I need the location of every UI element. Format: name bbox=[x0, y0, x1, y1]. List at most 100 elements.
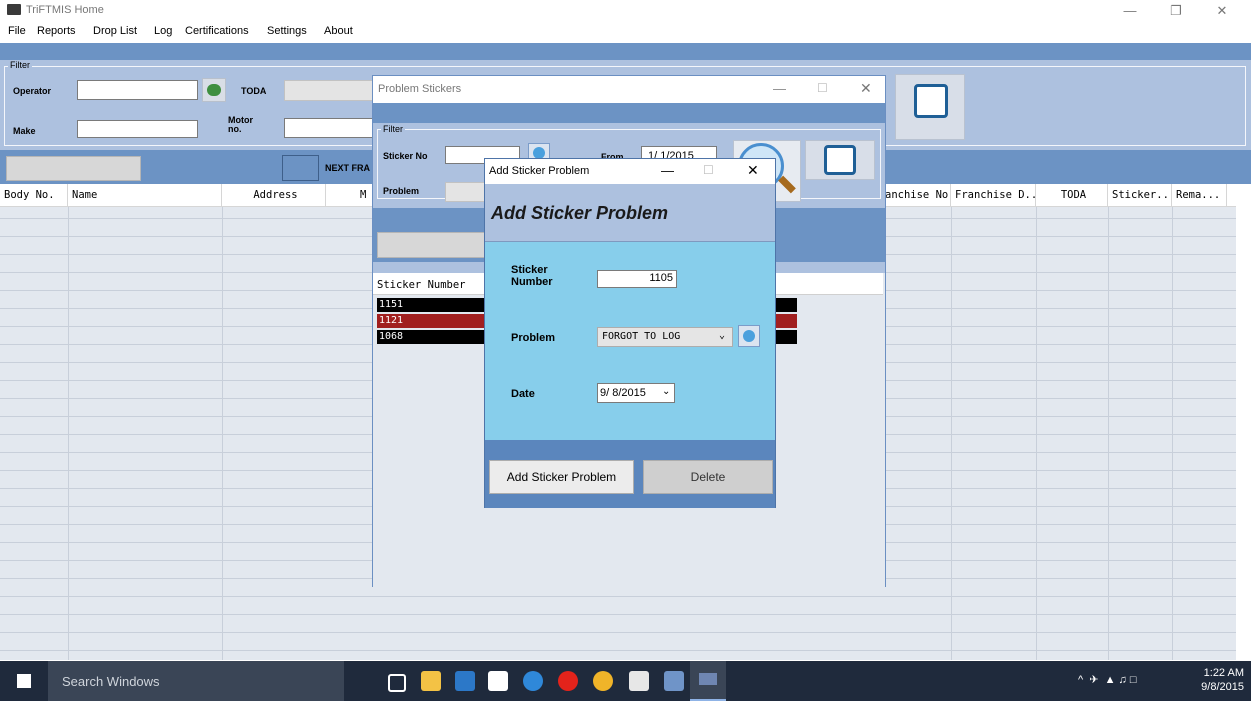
col-name[interactable]: Name bbox=[68, 184, 222, 207]
main-titlebar: TriFTMIS Home — ❐ ✕ bbox=[0, 0, 1251, 21]
menu-file[interactable]: File bbox=[8, 25, 26, 37]
close-icon[interactable]: ✕ bbox=[747, 162, 759, 179]
col-address[interactable]: Address bbox=[222, 184, 326, 207]
add-problem-type-button[interactable] bbox=[738, 325, 760, 347]
app-icon bbox=[699, 673, 717, 685]
sticker-number-header[interactable]: Sticker Number bbox=[377, 279, 466, 291]
action-button-left[interactable] bbox=[6, 156, 141, 181]
grid-col-divider bbox=[68, 184, 69, 660]
add-sticker-problem-button[interactable]: Add Sticker Problem bbox=[489, 460, 634, 494]
motor-label-line2: no. bbox=[228, 124, 242, 134]
dialog-title: Add Sticker Problem bbox=[489, 165, 590, 177]
next-franchise-label: NEXT FRA bbox=[325, 163, 370, 173]
maximize-icon: ☐ bbox=[817, 81, 828, 95]
minimize-icon[interactable]: — bbox=[773, 81, 786, 96]
taskbar: Search Windows ^ ✈ ▲ ♫ □ 1:22 AM 9/8/201… bbox=[0, 661, 1251, 701]
chevron-down-icon: ⌄ bbox=[719, 330, 726, 341]
operator-input[interactable] bbox=[77, 80, 198, 100]
motor-input[interactable] bbox=[284, 118, 374, 138]
col-body-no[interactable]: Body No. bbox=[0, 184, 68, 207]
date-label: Date bbox=[511, 388, 535, 400]
start-button[interactable] bbox=[0, 661, 48, 701]
header-strip bbox=[0, 43, 1251, 60]
file-explorer-icon[interactable] bbox=[421, 671, 441, 691]
sticker-number-label: Sticker Number bbox=[511, 264, 553, 288]
col-sticker[interactable]: Sticker... bbox=[1108, 184, 1172, 207]
tray-icons[interactable]: ^ ✈ ▲ ♫ □ bbox=[1078, 673, 1137, 686]
people-icon bbox=[207, 84, 221, 96]
sticker-number-label-line1: Sticker bbox=[511, 264, 548, 276]
opera-icon[interactable] bbox=[558, 671, 578, 691]
problem-filter-problem-label: Problem bbox=[383, 186, 420, 196]
problem-window-strip bbox=[373, 103, 885, 123]
motor-label: Motor no. bbox=[228, 116, 253, 134]
toda-label: TODA bbox=[241, 86, 267, 96]
task-view-icon[interactable] bbox=[388, 674, 406, 692]
print-button[interactable] bbox=[895, 74, 965, 140]
dialog-form: Sticker Number 1105 Problem FORGOT TO LOG… bbox=[485, 242, 775, 440]
grid-col-divider bbox=[1036, 184, 1037, 660]
store-icon[interactable] bbox=[488, 671, 508, 691]
menu-log[interactable]: Log bbox=[154, 25, 172, 37]
checklist-app-icon[interactable] bbox=[629, 671, 649, 691]
menu-drop-list[interactable]: Drop List bbox=[93, 25, 137, 37]
toda-select[interactable] bbox=[284, 80, 374, 101]
col-m[interactable]: M bbox=[326, 184, 376, 207]
search-box[interactable]: Search Windows bbox=[48, 661, 344, 701]
sticker-number-input[interactable]: 1105 bbox=[597, 270, 677, 288]
magnifier-handle-icon bbox=[778, 175, 796, 194]
date-value: 9/ 8/2015 bbox=[600, 387, 646, 399]
triftmis-taskbar-item[interactable] bbox=[690, 661, 726, 701]
word-icon[interactable] bbox=[664, 671, 684, 691]
printer-icon bbox=[914, 84, 948, 118]
media-player-icon[interactable] bbox=[455, 671, 475, 691]
menu-about[interactable]: About bbox=[324, 25, 353, 37]
clock-date: 9/8/2015 bbox=[1201, 681, 1244, 693]
menu-certifications[interactable]: Certifications bbox=[185, 25, 249, 37]
app-icon bbox=[7, 4, 21, 15]
delete-button[interactable]: Delete bbox=[643, 460, 773, 494]
chrome-icon[interactable] bbox=[593, 671, 613, 691]
operator-search-button[interactable] bbox=[202, 78, 226, 102]
windows-logo-icon bbox=[17, 674, 31, 688]
grid-col-divider bbox=[1172, 184, 1173, 660]
make-input[interactable] bbox=[77, 120, 198, 138]
problem-action-button[interactable] bbox=[377, 232, 487, 258]
problem-select[interactable]: FORGOT TO LOG ⌄ bbox=[597, 327, 733, 347]
minimize-icon[interactable]: — bbox=[661, 163, 674, 178]
restore-icon[interactable]: ❐ bbox=[1153, 0, 1199, 21]
sticker-number-label-line2: Number bbox=[511, 276, 553, 288]
app-title: TriFTMIS Home bbox=[26, 4, 104, 16]
next-box bbox=[282, 155, 319, 181]
grid-col-divider bbox=[222, 184, 223, 660]
dialog-heading: Add Sticker Problem bbox=[491, 203, 669, 223]
close-icon[interactable]: ✕ bbox=[860, 80, 872, 97]
col-franchise-date[interactable]: Franchise D... bbox=[951, 184, 1036, 207]
col-toda[interactable]: TODA bbox=[1036, 184, 1108, 207]
problem-print-button[interactable] bbox=[805, 140, 875, 180]
problem-filter-select[interactable] bbox=[445, 182, 485, 202]
grid-col-divider bbox=[1108, 184, 1109, 660]
clock[interactable]: 1:22 AM 9/8/2015 bbox=[1188, 666, 1244, 694]
make-label: Make bbox=[13, 126, 36, 136]
menu-reports[interactable]: Reports bbox=[37, 25, 76, 37]
close-icon[interactable]: ✕ bbox=[1199, 0, 1245, 21]
col-franchise-no[interactable]: anchise No. bbox=[883, 184, 951, 207]
problem-filter-label: Filter bbox=[381, 124, 405, 134]
problem-select-value: FORGOT TO LOG bbox=[602, 331, 681, 342]
filter-group-label: Filter bbox=[8, 60, 32, 70]
dialog-header: Add Sticker Problem bbox=[485, 184, 775, 242]
problem-label: Problem bbox=[511, 332, 556, 344]
dialog-titlebar: Add Sticker Problem — ☐ ✕ bbox=[485, 159, 775, 184]
add-sticker-problem-dialog: Add Sticker Problem — ☐ ✕ Add Sticker Pr… bbox=[484, 158, 776, 508]
clock-time: 1:22 AM bbox=[1203, 667, 1244, 679]
minimize-icon[interactable]: — bbox=[1107, 0, 1153, 21]
printer-icon bbox=[824, 145, 856, 175]
chevron-down-icon: ⌄ bbox=[662, 386, 671, 397]
edge-icon[interactable] bbox=[523, 671, 543, 691]
date-picker[interactable]: 9/ 8/2015 ⌄ bbox=[597, 383, 675, 403]
col-remarks[interactable]: Rema... bbox=[1172, 184, 1227, 207]
menu-settings[interactable]: Settings bbox=[267, 25, 307, 37]
sticker-no-label: Sticker No bbox=[383, 151, 428, 161]
grid-col-divider bbox=[951, 184, 952, 660]
